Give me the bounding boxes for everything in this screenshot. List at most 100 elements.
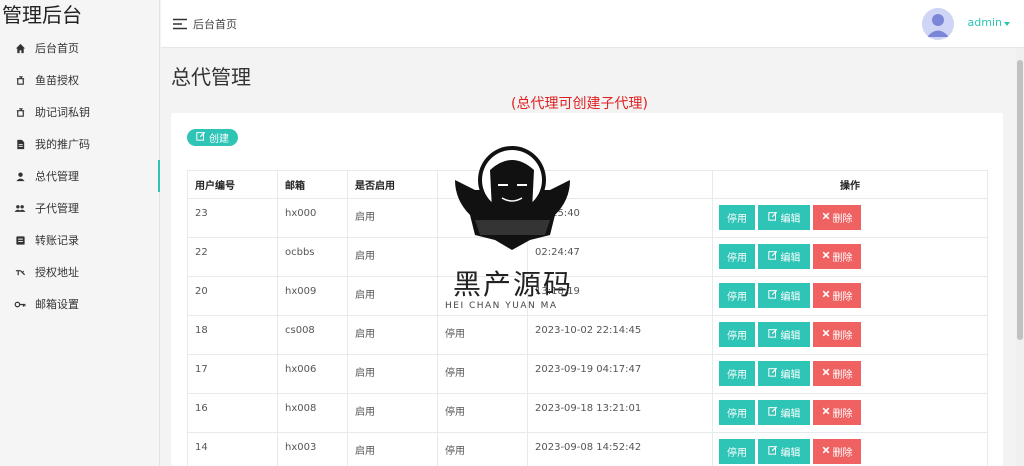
cell-ops: 停用 编辑 删除 — [712, 198, 988, 238]
sidebar-item-label: 总代管理 — [35, 170, 79, 183]
disable-button[interactable]: 停用 — [719, 205, 755, 230]
close-icon — [822, 329, 830, 340]
disable-label: 停用 — [727, 370, 747, 381]
home-icon — [14, 42, 26, 54]
sidebar-item-promo-code[interactable]: 我的推广码 — [0, 128, 159, 160]
cell-ops: 停用 编辑 删除 — [712, 354, 988, 394]
cell-id: 23 — [187, 198, 278, 238]
delete-label: 删除 — [832, 292, 853, 303]
sidebar-item-email-settings[interactable]: 邮箱设置 — [0, 288, 159, 320]
close-icon — [822, 290, 830, 301]
create-button[interactable]: 创建 — [187, 129, 238, 146]
cell-ops: 停用 编辑 删除 — [712, 237, 988, 277]
disable-button[interactable]: 停用 — [719, 361, 755, 386]
edit-button[interactable]: 编辑 — [758, 439, 810, 464]
sidebar-item-fry-auth[interactable]: 鱼苗授权 — [0, 64, 159, 96]
disable-label: 停用 — [727, 409, 747, 420]
sidebar-item-general-agent[interactable]: 总代管理 — [0, 160, 160, 192]
delete-button[interactable]: 删除 — [813, 205, 861, 230]
table-row: 18 cs008 启用 停用 2023-10-02 22:14:45 停用 编辑 删除 — [187, 315, 988, 355]
edit-button[interactable]: 编辑 — [758, 205, 810, 230]
avatar[interactable] — [922, 8, 954, 40]
menu-icon[interactable] — [173, 18, 187, 30]
sidebar-item-mnemonic[interactable]: 助记词私钥 — [0, 96, 159, 128]
cell-time: 2023-09-18 13:21:01 — [527, 393, 713, 433]
page-title: 总代管理 — [171, 65, 251, 89]
cell-enabled: 启用 — [347, 315, 438, 355]
notice-text: (总代理可创建子代理) — [511, 96, 648, 112]
disable-button[interactable]: 停用 — [719, 283, 755, 308]
sidebar-item-home[interactable]: 后台首页 — [0, 32, 159, 64]
cell-enabled: 启用 — [347, 198, 438, 238]
delete-button[interactable]: 删除 — [813, 322, 861, 347]
cell-ops: 停用 编辑 删除 — [712, 432, 988, 466]
cell-status: 停用 — [437, 393, 528, 433]
sidebar-item-auth-address[interactable]: 授权地址 — [0, 256, 159, 288]
edit-button[interactable]: 编辑 — [758, 400, 810, 425]
edit-label: 编辑 — [780, 253, 801, 264]
disable-button[interactable]: 停用 — [719, 400, 755, 425]
close-icon — [822, 368, 830, 379]
edit-icon — [767, 445, 778, 458]
edit-icon — [767, 328, 778, 341]
cell-enabled: 启用 — [347, 276, 438, 316]
table-row: 20 hx009 启用 13:18:19 停用 编辑 删除 — [187, 276, 988, 316]
disable-label: 停用 — [727, 253, 747, 264]
users-icon — [14, 202, 26, 214]
watermark-title: 黑产源码 — [453, 268, 574, 301]
cell-id: 22 — [187, 237, 278, 277]
topbar: 后台首页 admin — [161, 0, 1024, 48]
cell-id: 14 — [187, 432, 278, 466]
edit-icon — [767, 367, 778, 380]
sidebar-item-label: 子代管理 — [35, 202, 79, 215]
cell-time: 2023-09-19 04:17:47 — [527, 354, 713, 394]
cell-time: 2023-09-08 14:52:42 — [527, 432, 713, 466]
delete-button[interactable]: 删除 — [813, 244, 861, 269]
disable-button[interactable]: 停用 — [719, 244, 755, 269]
delete-button[interactable]: 删除 — [813, 283, 861, 308]
delete-label: 删除 — [832, 448, 853, 459]
sidebar: 管理后台 后台首页 鱼苗授权 助记词私钥 我的推广码 总代管理 子代管理 转账记… — [0, 0, 160, 466]
table-row: 17 hx006 启用 停用 2023-09-19 04:17:47 停用 编辑 删除 — [187, 354, 988, 394]
cell-ops: 停用 编辑 删除 — [712, 276, 988, 316]
edit-button[interactable]: 编辑 — [758, 361, 810, 386]
delete-label: 删除 — [832, 409, 853, 420]
sidebar-item-label: 鱼苗授权 — [35, 74, 79, 87]
agent-table: 用户编号 邮箱 是否启用 操作 23 hx000 启用 15:15:40 停用 编辑 删除 2… — [187, 170, 988, 466]
delete-label: 删除 — [832, 253, 853, 264]
disable-button[interactable]: 停用 — [719, 439, 755, 464]
edit-button[interactable]: 编辑 — [758, 244, 810, 269]
sidebar-nav: 后台首页 鱼苗授权 助记词私钥 我的推广码 总代管理 子代管理 转账记录 授权地… — [0, 32, 160, 320]
col-header-email: 邮箱 — [277, 170, 348, 199]
scrollbar-thumb[interactable] — [1017, 60, 1023, 340]
sidebar-item-label: 助记词私钥 — [35, 106, 90, 119]
key2-icon — [14, 266, 26, 278]
user-icon — [14, 170, 26, 182]
edit-button[interactable]: 编辑 — [758, 283, 810, 308]
delete-button[interactable]: 删除 — [813, 400, 861, 425]
list-icon — [14, 234, 26, 246]
watermark-subtitle: HEI CHAN YUAN MA — [445, 301, 558, 311]
close-icon — [822, 212, 830, 223]
chevron-down-icon[interactable] — [1004, 22, 1010, 26]
cell-ops: 停用 编辑 删除 — [712, 315, 988, 355]
sidebar-item-transfers[interactable]: 转账记录 — [0, 224, 159, 256]
edit-label: 编辑 — [780, 370, 801, 381]
sidebar-item-sub-agent[interactable]: 子代管理 — [0, 192, 159, 224]
cell-status: 停用 — [437, 432, 528, 466]
cell-enabled: 启用 — [347, 432, 438, 466]
cell-email: ocbbs — [277, 237, 348, 277]
delete-button[interactable]: 删除 — [813, 361, 861, 386]
edit-button[interactable]: 编辑 — [758, 322, 810, 347]
edit-label: 编辑 — [780, 409, 801, 420]
sidebar-item-label: 邮箱设置 — [35, 298, 79, 311]
breadcrumb[interactable]: 后台首页 — [193, 16, 237, 32]
cell-enabled: 启用 — [347, 354, 438, 394]
cell-enabled: 启用 — [347, 393, 438, 433]
delete-label: 删除 — [832, 331, 853, 342]
delete-button[interactable]: 删除 — [813, 439, 861, 464]
disable-button[interactable]: 停用 — [719, 322, 755, 347]
user-menu[interactable]: admin — [968, 16, 1002, 29]
sidebar-item-label: 授权地址 — [35, 266, 79, 279]
edit-label: 编辑 — [780, 448, 801, 459]
